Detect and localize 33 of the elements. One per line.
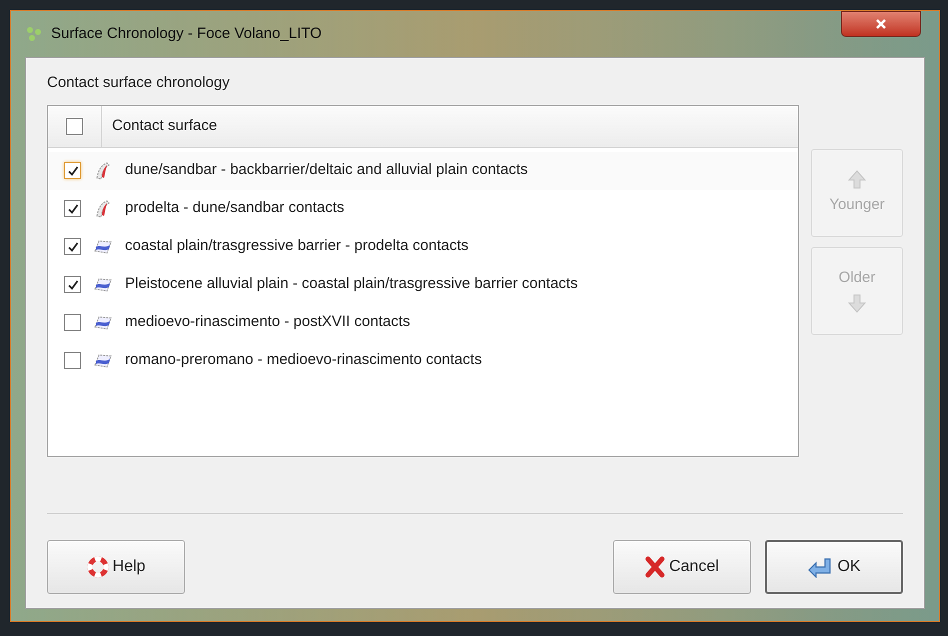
return-arrow-icon xyxy=(807,556,834,578)
window-title: Surface Chronology - Foce Volano_LITO xyxy=(51,24,322,44)
list-item[interactable]: dune/sandbar - backbarrier/deltaic and alluvial plain contacts xyxy=(48,152,798,190)
list-item[interactable]: coastal plain/trasgressive barrier - prodelta contacts xyxy=(48,228,798,266)
close-button[interactable] xyxy=(841,11,921,37)
checkbox[interactable] xyxy=(64,352,81,369)
list-item[interactable]: prodelta - dune/sandbar contacts xyxy=(48,190,798,228)
checkbox[interactable] xyxy=(64,162,81,179)
cross-icon xyxy=(645,556,666,578)
down-arrow-icon xyxy=(847,293,867,314)
checkbox[interactable] xyxy=(64,314,81,331)
list-item[interactable]: romano-preromano - medioevo-rinascimento contacts xyxy=(48,342,798,380)
column-title: Contact surface xyxy=(111,116,218,136)
cancel-button[interactable]: Cancel xyxy=(613,540,751,594)
item-label: medioevo-rinascimento - postXVII contacts xyxy=(125,312,410,332)
checkbox[interactable] xyxy=(66,118,83,134)
up-arrow-icon xyxy=(847,168,867,190)
group-label: Contact surface chronology xyxy=(47,73,231,93)
item-label: romano-preromano - medioevo-rinascimento contacts xyxy=(125,350,482,370)
item-label: dune/sandbar - backbarrier/deltaic and alluvial plain contacts xyxy=(125,160,528,180)
checkbox[interactable] xyxy=(64,238,81,255)
checkbox[interactable] xyxy=(64,276,81,293)
lifebuoy-icon xyxy=(86,556,109,578)
item-label: Pleistocene alluvial plain - coastal plain/trasgressive barrier contacts xyxy=(125,274,578,294)
help-button[interactable]: Help xyxy=(47,540,185,594)
checkbox[interactable] xyxy=(64,200,81,217)
list-item[interactable]: Pleistocene alluvial plain - coastal plain/trasgressive barrier contacts xyxy=(48,266,798,304)
app-icon xyxy=(25,25,43,43)
item-label: prodelta - dune/sandbar contacts xyxy=(125,198,344,218)
close-icon xyxy=(875,18,887,30)
ok-button[interactable]: OK xyxy=(765,540,903,594)
list-item[interactable]: medioevo-rinascimento - postXVII contacts xyxy=(48,304,798,342)
item-label: coastal plain/trasgressive barrier - prodelta contacts xyxy=(125,236,468,256)
